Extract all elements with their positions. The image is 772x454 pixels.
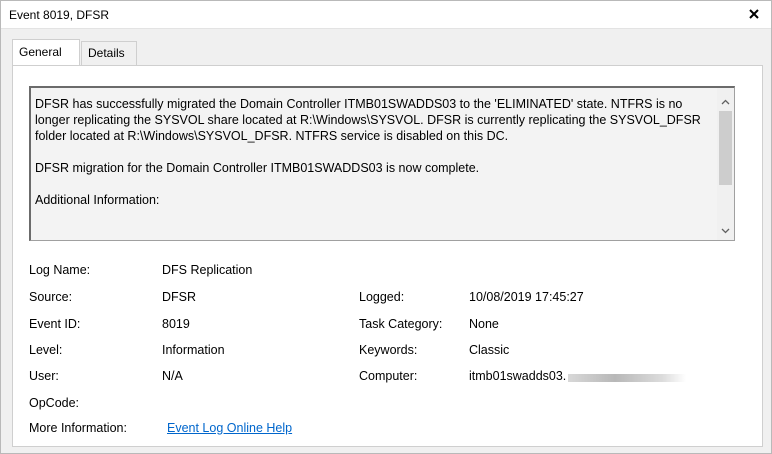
source-value: DFSR [162, 290, 197, 304]
chevron-down-icon [721, 223, 730, 237]
event-id-label: Event ID: [29, 317, 81, 331]
level-value: Information [162, 343, 225, 357]
redacted-block [568, 374, 686, 382]
keywords-value: Classic [469, 343, 510, 357]
vertical-scrollbar[interactable] [717, 88, 734, 240]
source-label: Source: [29, 290, 73, 304]
event-properties-window: Event 8019, DFSR General Details DFSR ha… [0, 0, 772, 454]
log-name-label: Log Name: [29, 263, 91, 277]
opcode-label: OpCode: [29, 396, 80, 410]
more-information-label: More Information: [29, 421, 127, 435]
close-icon [749, 8, 759, 22]
user-value: N/A [162, 369, 183, 383]
window-title: Event 8019, DFSR [9, 8, 110, 22]
task-category-label: Task Category: [359, 317, 443, 331]
logged-label: Logged: [359, 290, 405, 304]
task-category-value: None [469, 317, 499, 331]
user-label: User: [29, 369, 59, 383]
tab-details[interactable]: Details [81, 41, 137, 65]
description-text: DFSR has successfully migrated the Domai… [35, 96, 713, 224]
event-log-online-help-link[interactable]: Event Log Online Help [167, 421, 292, 435]
chevron-up-icon [721, 94, 730, 108]
log-name-value: DFS Replication [162, 263, 253, 277]
logged-value: 10/08/2019 17:45:27 [469, 290, 584, 304]
description-paragraph: DFSR has successfully migrated the Domai… [35, 97, 701, 143]
level-label: Level: [29, 343, 63, 357]
tab-general[interactable]: General [12, 39, 80, 65]
description-paragraph: Additional Information: [35, 193, 160, 207]
scroll-up-button[interactable] [717, 92, 734, 109]
event-id-value: 8019 [162, 317, 190, 331]
general-panel: DFSR has successfully migrated the Domai… [12, 65, 763, 447]
scroll-thumb[interactable] [719, 111, 732, 185]
keywords-label: Keywords: [359, 343, 418, 357]
event-description[interactable]: DFSR has successfully migrated the Domai… [29, 86, 735, 241]
close-button[interactable] [743, 4, 765, 26]
computer-value: itmb01swadds03. [469, 369, 567, 383]
title-bar: Event 8019, DFSR [1, 1, 771, 29]
computer-label: Computer: [359, 369, 418, 383]
scroll-down-button[interactable] [717, 221, 734, 238]
description-paragraph: DFSR migration for the Domain Controller… [35, 161, 480, 175]
